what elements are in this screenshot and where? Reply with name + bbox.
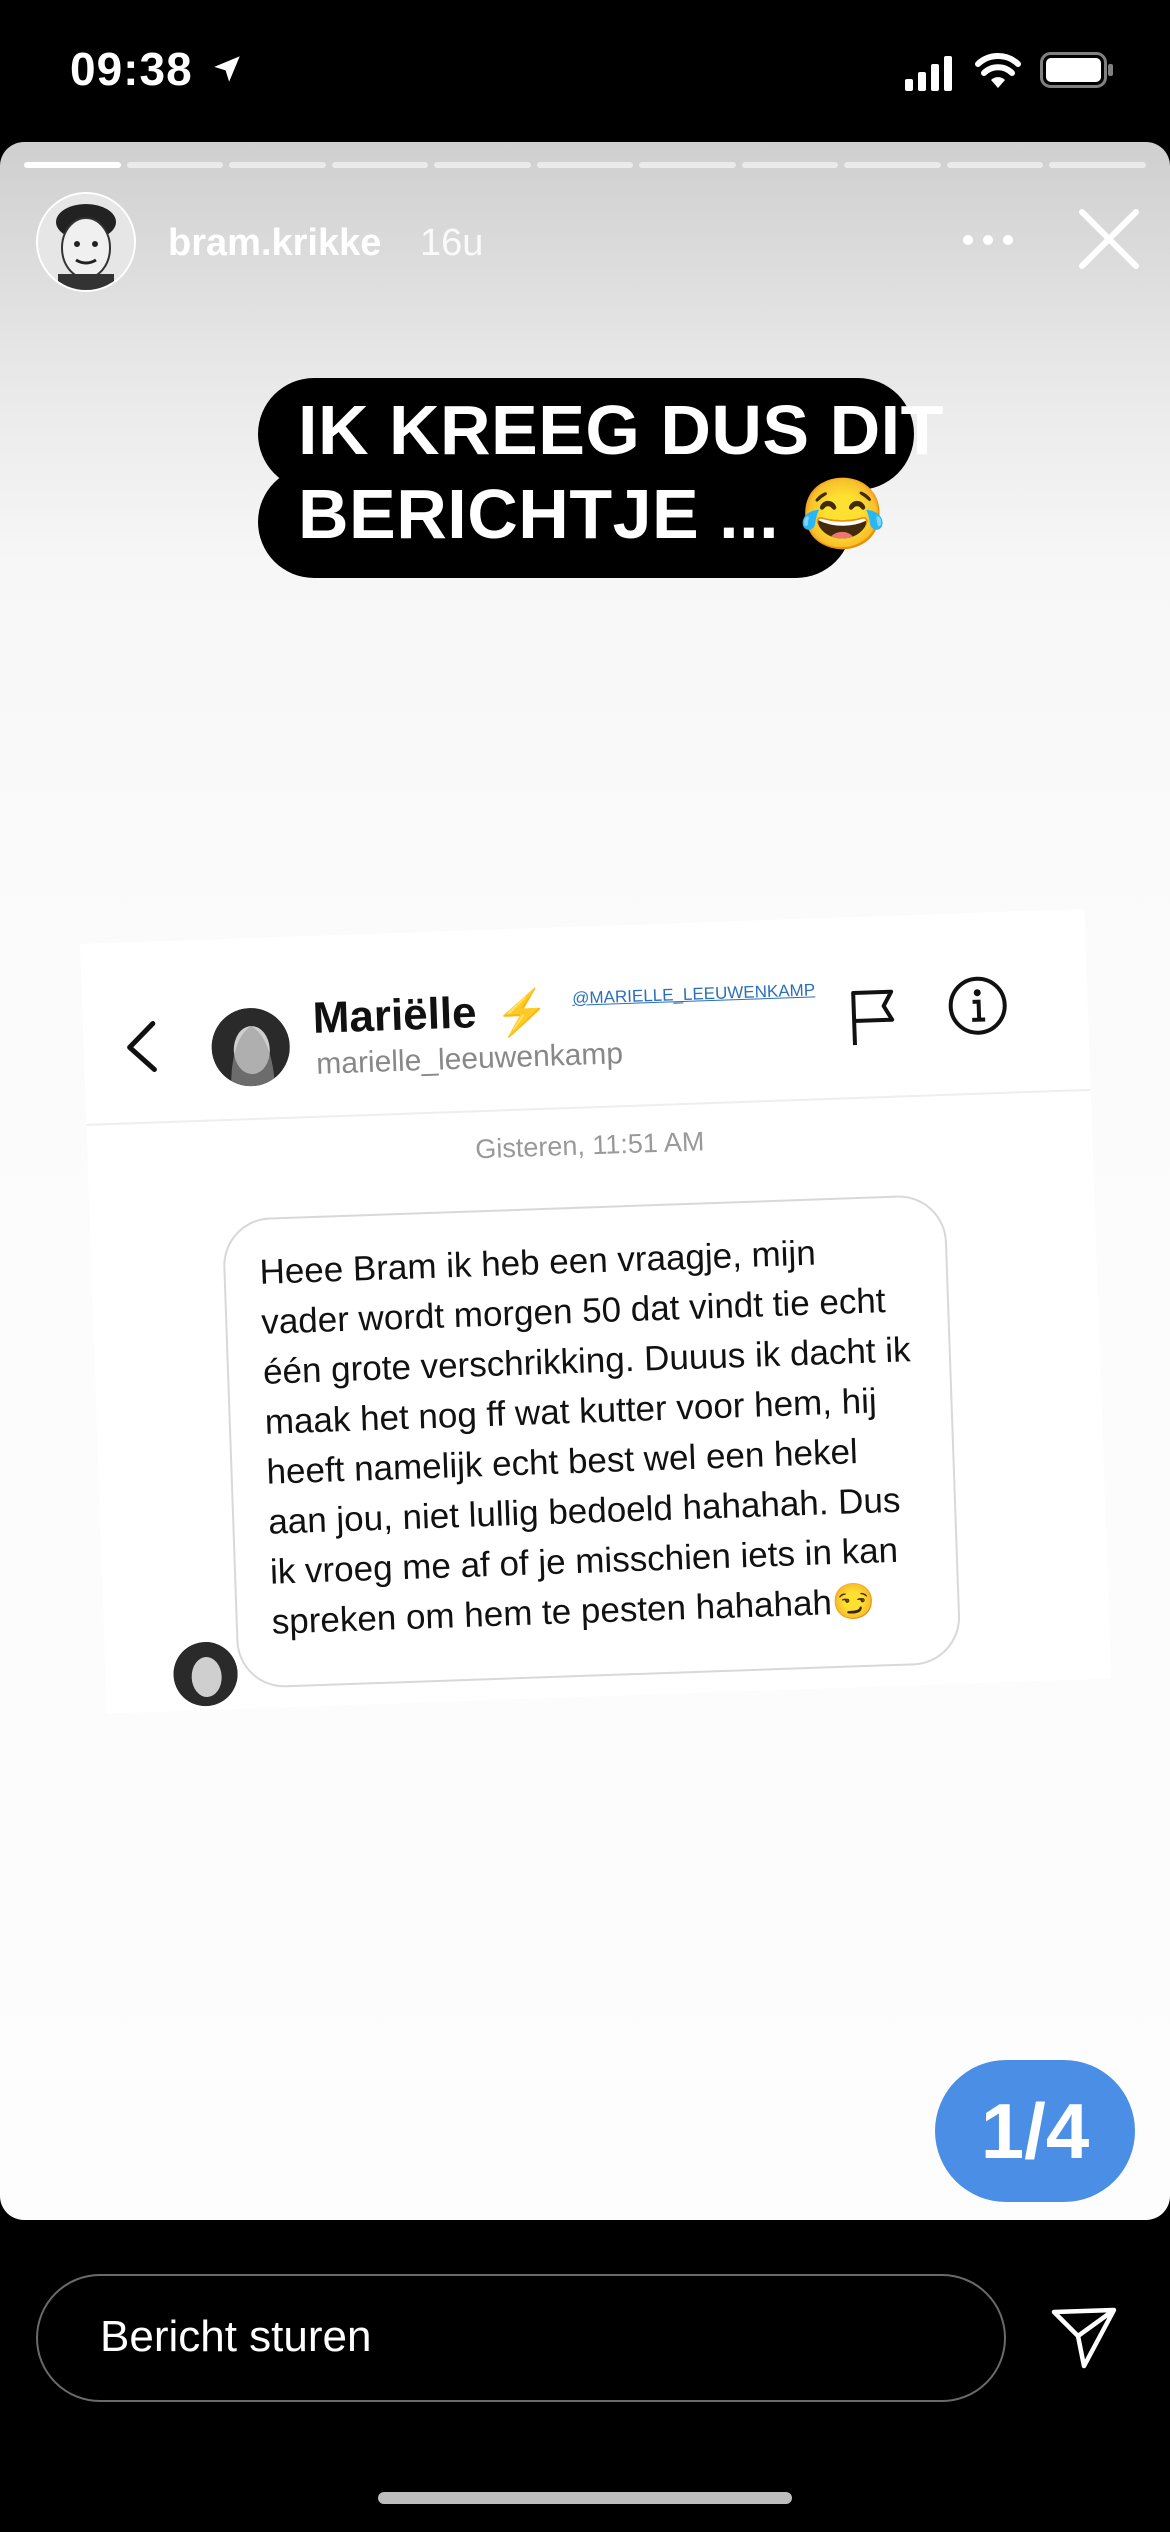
dm-message-avatar [172,1640,239,1708]
story-progress-segment [536,162,634,168]
status-time: 09:38 [70,43,193,95]
dm-message-bubble: Heee Bram ik heb een vraagje, mijn vader… [221,1193,962,1689]
dm-contact-handle: marielle_leeuwenkamp [315,1037,624,1081]
story-progress-bar [24,162,1147,168]
story-caption: IK KREEG DUS DIT BERICHTJE ... 😂 [258,378,943,600]
caption-text-line-2: BERICHTJE ... 😂 [298,475,887,553]
story-progress-segment [946,162,1044,168]
back-chevron-icon [127,1021,157,1072]
reply-message-input[interactable]: Bericht sturen [36,2274,1006,2402]
story-progress-segment [1049,162,1147,168]
dm-date: Gisteren, 11:51 AM [474,1126,705,1165]
close-icon[interactable] [1078,208,1140,270]
status-bar: 09:38 [0,0,1170,140]
dm-screenshot: Mariëlle ⚡ @MARIELLE_LEEUWENKAMP mariell… [80,908,1112,1714]
info-icon [948,976,1007,1035]
avatar-photo-icon [210,1006,292,1088]
story-progress-segment [741,162,839,168]
dm-contact-name: Mariëlle [311,988,478,1043]
story-viewer[interactable]: bram.krikke 16u IK KREEG DUS DIT BERICHT… [0,142,1170,2220]
story-progress-segment [434,162,531,168]
battery-icon [1040,52,1113,88]
dm-message-text: Heee Bram ik heb een vraagje, mijn vader… [258,1233,912,1642]
lightning-icon: ⚡ [493,987,551,1039]
flag-icon [851,989,895,1046]
more-options-icon[interactable] [960,232,1016,248]
story-username[interactable]: bram.krikke [168,222,381,265]
home-indicator [378,2492,792,2504]
story-avatar[interactable] [36,192,136,292]
story-timestamp: 16u [420,222,484,264]
location-arrow-icon [214,56,240,82]
caption-text-line-1: IK KREEG DUS DIT [298,391,944,469]
wifi-icon [975,53,1021,88]
story-progress-segment [126,162,224,168]
story-progress-segment [844,162,941,168]
story-progress-segment [24,162,121,168]
avatar-photo-icon [172,1640,239,1708]
dm-avatar [210,1006,292,1088]
cellular-signal-icon [905,56,952,91]
story-progress-segment [331,162,429,168]
reply-placeholder: Bericht sturen [100,2312,372,2361]
page-indicator: 1/4 [935,2060,1135,2202]
story-progress-segment [639,162,736,168]
dm-contact-tag: @MARIELLE_LEEUWENKAMP [571,980,816,1008]
avatar-face-icon [38,194,134,290]
send-icon[interactable] [1050,2304,1118,2372]
story-header: bram.krikke 16u [0,192,1170,292]
story-progress-segment [229,162,326,168]
